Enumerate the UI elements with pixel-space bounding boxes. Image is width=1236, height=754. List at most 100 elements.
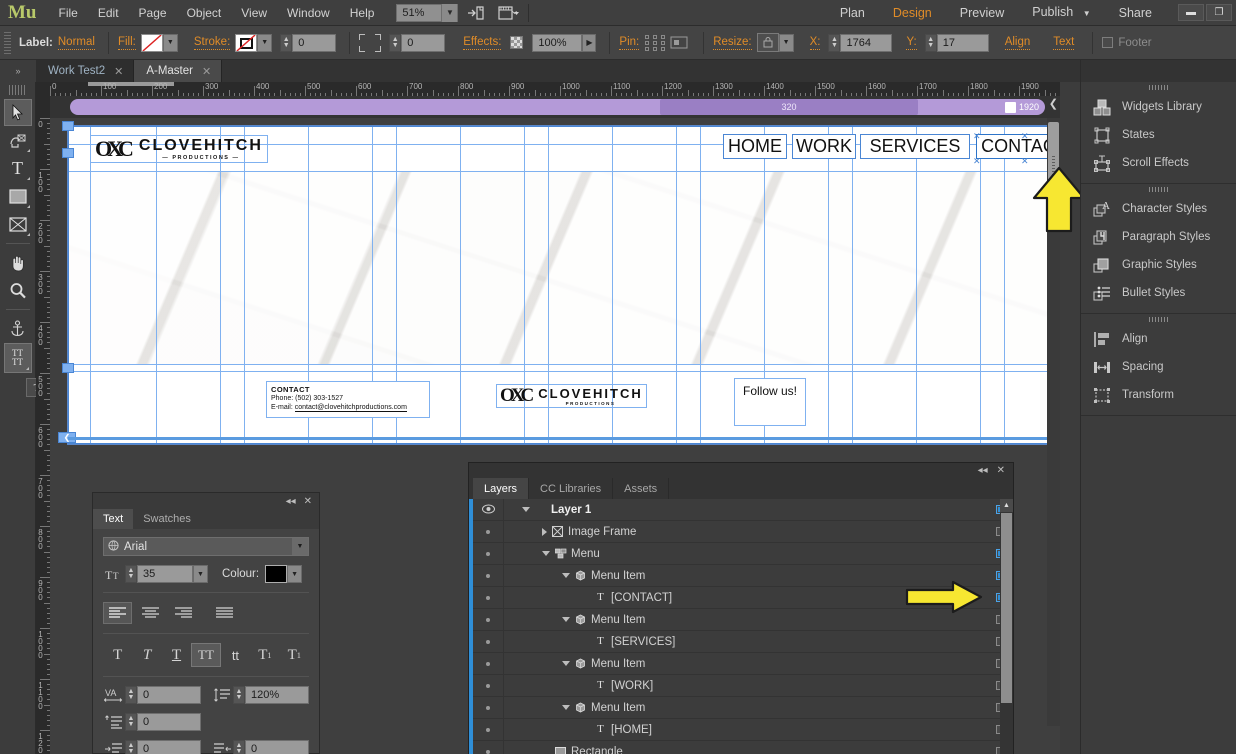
visibility-eye-icon[interactable] (481, 503, 495, 517)
tab-cc-libraries[interactable]: CC Libraries (529, 478, 614, 499)
dock-group-grip-icon[interactable] (1081, 82, 1236, 93)
horizontal-ruler[interactable]: 0 100 200 300 400 500 600 700 800 900 1000 1100 1200… (36, 82, 1060, 96)
nav-item-work[interactable]: WORK (792, 134, 856, 159)
tab-text[interactable]: Text (93, 509, 134, 529)
italic-button[interactable]: T (132, 643, 161, 667)
regular-button[interactable]: T (103, 643, 132, 667)
menu-view[interactable]: View (231, 0, 277, 26)
footer-email[interactable]: contact@clovehitchproductions.com (294, 404, 407, 412)
page-handle-footer[interactable] (62, 363, 74, 373)
pin-caption[interactable]: Pin: (619, 36, 640, 50)
indent-left-input[interactable]: 0 (137, 740, 201, 754)
close-icon[interactable]: ✕ (114, 65, 123, 78)
x-stepper[interactable]: ▲ ▼ (828, 33, 841, 52)
opacity-input[interactable]: 100% (532, 33, 583, 52)
preview-layout-icon[interactable] (496, 2, 522, 24)
selection-handle-icon[interactable]: ✕ (1021, 132, 1029, 141)
twirl-down-icon[interactable] (562, 617, 570, 622)
smallcaps-button[interactable]: tt (221, 643, 250, 667)
label-value[interactable]: Normal (57, 36, 95, 50)
collapse-icon[interactable]: ◂◂ (978, 465, 988, 476)
visibility-dot-icon[interactable] (486, 727, 490, 732)
layer-row[interactable]: Rectangle (469, 740, 1013, 754)
panel-graphic-styles[interactable]: Graphic Styles (1081, 251, 1236, 279)
dock-group-grip-icon[interactable] (1081, 314, 1236, 325)
align-justify-button[interactable] (210, 602, 239, 624)
layer-row[interactable]: Layer 1 (469, 499, 1013, 521)
layers-list[interactable]: Layer 1 Image Frame Menu Menu Item T [CONTACT… (469, 499, 1013, 754)
align-right-button[interactable] (169, 602, 198, 624)
stroke-caption[interactable]: Stroke: (193, 36, 231, 50)
close-icon[interactable]: ✕ (997, 465, 1005, 476)
layers-scrollbar[interactable]: ▲ (1000, 499, 1013, 754)
indent-left-stepper[interactable]: ▲ ▼ (125, 740, 137, 754)
hero-image-frame[interactable] (68, 171, 1053, 364)
nav-item-services[interactable]: SERVICES (860, 134, 970, 159)
page-handle-top[interactable] (62, 121, 74, 131)
x-caption[interactable]: X: (809, 36, 821, 50)
mode-tab-publish[interactable]: Publish ▼ (1018, 0, 1104, 27)
footer-contact-block[interactable]: CONTACT Phone: (502) 303-1527 E-mail: co… (266, 381, 430, 418)
tracking-stepper[interactable]: ▲ ▼ (125, 686, 137, 704)
menu-file[interactable]: File (49, 0, 88, 26)
text-caption[interactable]: Text (1053, 36, 1075, 50)
menu-help[interactable]: Help (340, 0, 385, 26)
effects-icon[interactable] (510, 36, 524, 49)
stroke-weight-input[interactable]: 0 (292, 33, 337, 52)
toolbox-grip-icon[interactable] (8, 85, 27, 95)
font-size-dropdown-icon[interactable]: ▼ (193, 565, 208, 583)
indent-right-input[interactable]: 0 (245, 740, 309, 754)
zoom-level-input[interactable]: 51% ▼ (396, 3, 459, 22)
vertical-ruler[interactable]: 0 100 200 300 400 500 600 700 800 900 1000 1100 1200 (36, 96, 50, 754)
indent-right-stepper[interactable]: ▲ ▼ (233, 740, 245, 754)
panel-scroll-effects[interactable]: Scroll Effects (1081, 149, 1236, 177)
tab-assets[interactable]: Assets (613, 478, 670, 499)
hand-tool[interactable] (4, 249, 32, 276)
scrollbar-thumb[interactable] (1048, 122, 1059, 216)
menu-object[interactable]: Object (177, 0, 232, 26)
panel-widgets-library[interactable]: Widgets Library (1081, 93, 1236, 121)
leading-stepper[interactable]: ▲ ▼ (233, 686, 245, 704)
layer-row[interactable]: Menu Item (469, 564, 1013, 587)
space-before-stepper[interactable]: ▲ ▼ (125, 713, 137, 731)
rectangle-tool[interactable] (4, 183, 32, 210)
collapse-icon[interactable]: ◂◂ (286, 496, 296, 507)
header-logo[interactable]: OXC CLOVEHITCH — PRODUCTIONS — (90, 135, 268, 163)
footer-logo[interactable]: OXC CLOVEHITCH PRODUCTIONS (496, 384, 647, 408)
layer-row[interactable]: Menu (469, 542, 1013, 565)
image-frame-tool[interactable] (4, 211, 32, 238)
align-center-button[interactable] (136, 602, 165, 624)
selection-handle-icon[interactable]: ✕ (973, 132, 981, 141)
panel-align[interactable]: Align (1081, 325, 1236, 353)
twirl-down-icon[interactable] (562, 661, 570, 666)
twirl-down-icon[interactable] (562, 705, 570, 710)
y-caption[interactable]: Y: (906, 36, 917, 50)
layer-row[interactable]: Menu Item (469, 652, 1013, 675)
twirl-down-icon[interactable] (522, 507, 530, 512)
breakpoint-active-320[interactable]: 320 (660, 99, 918, 115)
subscript-button[interactable]: T1 (280, 643, 309, 667)
page-bottom-bar[interactable] (68, 437, 1053, 440)
restore-button[interactable]: ❐ (1206, 4, 1232, 21)
new-page-icon[interactable] (464, 2, 490, 24)
twirl-right-icon[interactable] (542, 527, 547, 536)
menu-page[interactable]: Page (129, 0, 177, 26)
font-family-select[interactable]: Arial ▼ (103, 537, 309, 556)
footer-checkbox-group[interactable]: Footer (1102, 37, 1156, 49)
twirl-down-icon[interactable] (562, 573, 570, 578)
layer-row[interactable]: T [HOME] (469, 718, 1013, 741)
visibility-dot-icon[interactable] (486, 705, 490, 710)
selection-tool[interactable] (3, 99, 32, 126)
close-icon[interactable]: ✕ (304, 496, 312, 507)
scrollbar-thumb[interactable] (1001, 513, 1012, 703)
visibility-dot-icon[interactable] (486, 749, 490, 754)
panel-bullet-styles[interactable]: Bullet Styles (1081, 279, 1236, 307)
canvas-vertical-scrollbar[interactable] (1047, 118, 1060, 726)
fill-swatch[interactable] (140, 33, 163, 52)
visibility-dot-icon[interactable] (486, 573, 490, 578)
font-size-input[interactable]: 35 (137, 565, 193, 583)
panel-character-styles[interactable]: A Character Styles (1081, 195, 1236, 223)
selection-handle-icon[interactable]: ✕ (1021, 157, 1029, 166)
font-size-stepper[interactable]: ▲ ▼ (125, 565, 137, 583)
panel-spacing[interactable]: Spacing (1081, 353, 1236, 381)
